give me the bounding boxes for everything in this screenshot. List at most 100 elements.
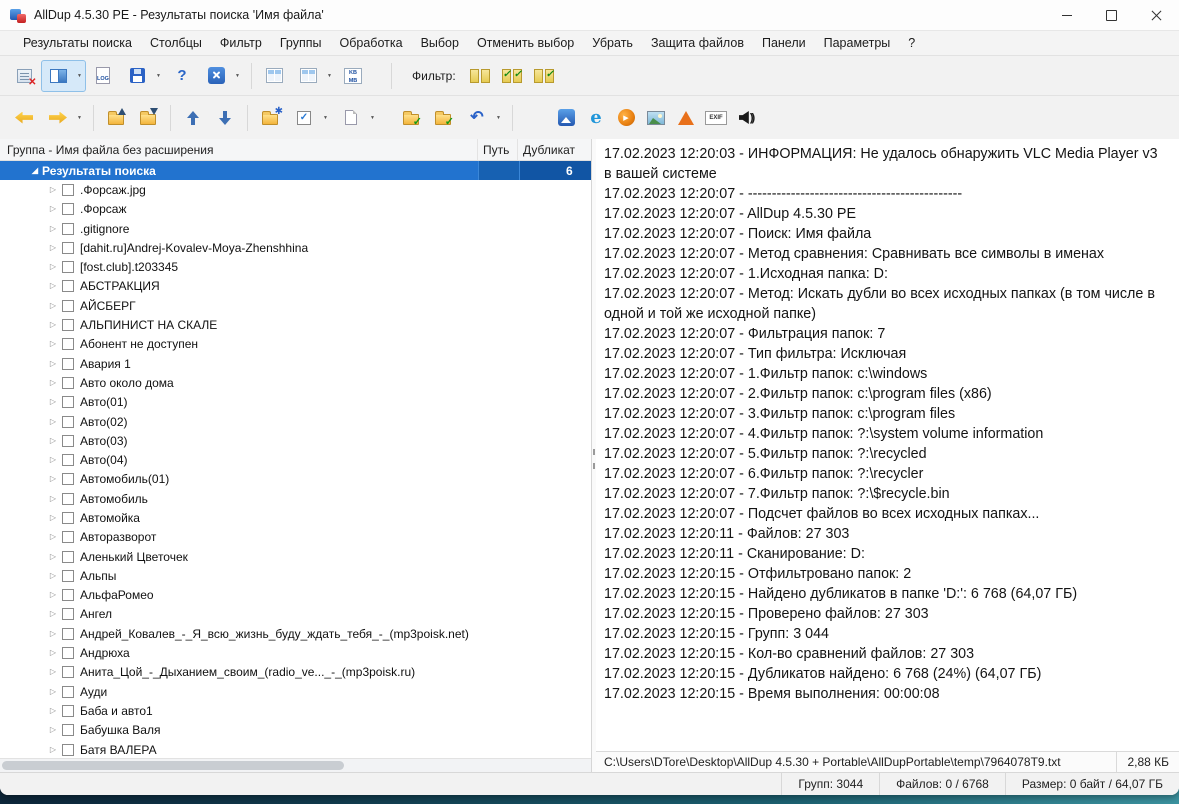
tree-row[interactable]: Альпы bbox=[0, 566, 591, 585]
panels-icon-button[interactable] bbox=[43, 61, 73, 91]
row-checkbox[interactable] bbox=[62, 704, 74, 717]
row-checkbox[interactable] bbox=[62, 261, 74, 274]
collapsed-icon[interactable] bbox=[46, 456, 60, 464]
menu-item[interactable]: Убрать bbox=[583, 33, 642, 53]
collapsed-icon[interactable] bbox=[46, 572, 60, 580]
tree-row[interactable]: Абонент не доступен bbox=[0, 335, 591, 354]
row-checkbox[interactable] bbox=[62, 434, 74, 447]
column-header-duplicate[interactable]: Дубликат bbox=[518, 139, 591, 160]
tree-row[interactable]: АБСТРАКЦИЯ bbox=[0, 277, 591, 296]
photo-viewer-app-button[interactable] bbox=[643, 103, 669, 133]
select-checked-folder-button[interactable]: ✓ bbox=[428, 103, 458, 133]
menu-item[interactable]: ? bbox=[899, 33, 924, 53]
collapsed-icon[interactable] bbox=[46, 630, 60, 638]
preview-panel-toggle[interactable]: ▼ bbox=[41, 59, 86, 92]
collapsed-icon[interactable] bbox=[46, 591, 60, 599]
row-checkbox[interactable] bbox=[62, 627, 74, 640]
tree-row[interactable]: Авто(04) bbox=[0, 450, 591, 469]
menu-item[interactable]: Фильтр bbox=[211, 33, 271, 53]
close-search-results-button[interactable] bbox=[9, 61, 39, 91]
audio-player-button[interactable]: )) bbox=[733, 103, 759, 133]
menu-item[interactable]: Отменить выбор bbox=[468, 33, 583, 53]
row-checkbox[interactable] bbox=[62, 319, 74, 332]
menu-item[interactable]: Параметры bbox=[815, 33, 900, 53]
row-checkbox[interactable] bbox=[62, 183, 74, 196]
media-player-app-button[interactable]: ▶ bbox=[613, 103, 639, 133]
selection-dropdown-arrow[interactable]: ▼ bbox=[320, 103, 331, 133]
exif-viewer-button[interactable]: EXIF bbox=[703, 103, 729, 133]
filter-selected-button[interactable] bbox=[529, 61, 559, 91]
tree-row[interactable]: Авто(01) bbox=[0, 393, 591, 412]
forward-button[interactable]: ▼ bbox=[41, 102, 86, 134]
collapsed-icon[interactable] bbox=[46, 302, 60, 310]
collapsed-icon[interactable] bbox=[46, 379, 60, 387]
filter-panes-button[interactable] bbox=[465, 61, 495, 91]
undo-button[interactable]: ↶ ▼ bbox=[460, 102, 505, 134]
add-source-folder-button[interactable] bbox=[101, 103, 131, 133]
row-checkbox[interactable] bbox=[62, 608, 74, 621]
menu-item[interactable]: Результаты поиска bbox=[14, 33, 141, 53]
minimize-button[interactable] bbox=[1044, 0, 1089, 30]
columns-layout-button[interactable] bbox=[259, 61, 289, 91]
collapsed-icon[interactable] bbox=[46, 514, 60, 522]
collapsed-icon[interactable] bbox=[46, 668, 60, 676]
row-checkbox[interactable] bbox=[62, 357, 74, 370]
menu-item[interactable]: Защита файлов bbox=[642, 33, 753, 53]
menu-item[interactable]: Группы bbox=[271, 33, 331, 53]
units-kb-mb-button[interactable]: KB MB bbox=[338, 61, 368, 91]
collapsed-icon[interactable] bbox=[46, 707, 60, 715]
tree-row[interactable]: АльфаРомео bbox=[0, 586, 591, 605]
image-viewer-app-button[interactable] bbox=[553, 103, 579, 133]
row-checkbox[interactable] bbox=[62, 569, 74, 582]
collapsed-icon[interactable] bbox=[46, 475, 60, 483]
tree-row[interactable]: Авто(02) bbox=[0, 412, 591, 431]
collapsed-icon[interactable] bbox=[46, 610, 60, 618]
collapsed-icon[interactable] bbox=[46, 263, 60, 271]
maximize-button[interactable] bbox=[1089, 0, 1134, 30]
collapsed-icon[interactable] bbox=[46, 225, 60, 233]
filter-checked-button[interactable] bbox=[497, 61, 527, 91]
row-checkbox[interactable] bbox=[62, 685, 74, 698]
tree-row[interactable]: Баба и авто1 bbox=[0, 701, 591, 720]
collapsed-icon[interactable] bbox=[46, 553, 60, 561]
collapsed-icon[interactable] bbox=[46, 418, 60, 426]
collapsed-icon[interactable] bbox=[46, 437, 60, 445]
tree-row[interactable]: Автомойка bbox=[0, 508, 591, 527]
row-checkbox[interactable] bbox=[62, 203, 74, 216]
undo-dropdown-arrow[interactable]: ▼ bbox=[493, 103, 504, 133]
row-checkbox[interactable] bbox=[62, 454, 74, 467]
close-results-x-button[interactable]: ▼ bbox=[199, 60, 244, 92]
folder-options-button[interactable]: ✱ bbox=[255, 103, 285, 133]
row-checkbox[interactable] bbox=[62, 376, 74, 389]
collapsed-icon[interactable] bbox=[46, 282, 60, 290]
row-checkbox[interactable] bbox=[62, 666, 74, 679]
collapsed-icon[interactable] bbox=[46, 398, 60, 406]
row-checkbox[interactable] bbox=[62, 222, 74, 235]
collapsed-icon[interactable] bbox=[46, 746, 60, 754]
collapsed-icon[interactable] bbox=[46, 649, 60, 657]
collapsed-icon[interactable] bbox=[46, 688, 60, 696]
tree-row[interactable]: Автомобиль bbox=[0, 489, 591, 508]
log-button[interactable]: LOG bbox=[88, 61, 118, 91]
tree-row[interactable]: Авто около дома bbox=[0, 373, 591, 392]
forward-dropdown-arrow[interactable]: ▼ bbox=[74, 103, 85, 133]
row-checkbox[interactable] bbox=[62, 511, 74, 524]
save-button[interactable]: ▼ bbox=[120, 60, 165, 92]
tree-row[interactable]: Анита_Цой_-_Дыханием_своим_(radio_ve..._… bbox=[0, 663, 591, 682]
collapsed-icon[interactable] bbox=[46, 340, 60, 348]
tree-row[interactable]: Ауди bbox=[0, 682, 591, 701]
menu-item[interactable]: Столбцы bbox=[141, 33, 211, 53]
tree-row[interactable]: Бабушка Валя bbox=[0, 721, 591, 740]
next-group-button[interactable] bbox=[210, 103, 240, 133]
expand-icon[interactable] bbox=[28, 167, 42, 175]
row-checkbox[interactable] bbox=[62, 299, 74, 312]
row-checkbox[interactable] bbox=[62, 647, 74, 660]
tree-row[interactable]: [fost.club].t203345 bbox=[0, 257, 591, 276]
remove-source-folder-button[interactable] bbox=[133, 103, 163, 133]
vlc-app-button[interactable] bbox=[673, 103, 699, 133]
horizontal-scrollbar[interactable] bbox=[0, 758, 591, 772]
collapsed-icon[interactable] bbox=[46, 726, 60, 734]
columns-dropdown-arrow[interactable]: ▼ bbox=[324, 61, 335, 91]
row-checkbox[interactable] bbox=[62, 724, 74, 737]
tree-row[interactable]: Андрей_Ковалев_-_Я_всю_жизнь_буду_ждать_… bbox=[0, 624, 591, 643]
